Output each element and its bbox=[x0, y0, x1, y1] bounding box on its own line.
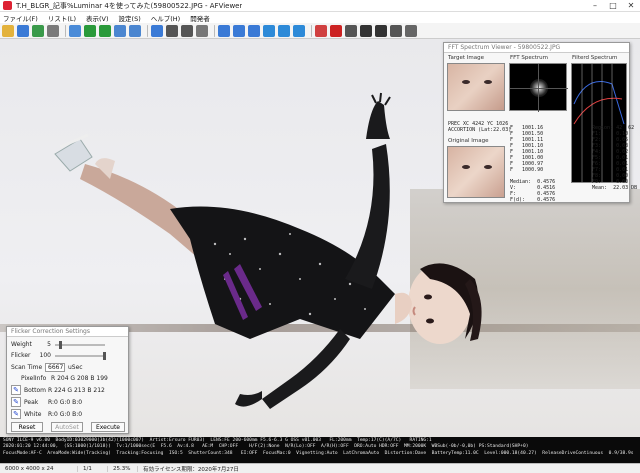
minimize-button[interactable]: – bbox=[586, 1, 604, 10]
fft-coords: PREC XC 4242 YC 1026 ACCORTION (Lat:22.0… bbox=[448, 121, 512, 133]
weight-value: 5 bbox=[47, 341, 51, 348]
white-row: ✎ White R:0 G:0 B:0 bbox=[11, 409, 82, 419]
fullscreen-icon[interactable] bbox=[47, 24, 59, 37]
folder-tree-icon[interactable] bbox=[32, 24, 44, 37]
peak-row: ✎ Peak R:0 G:0 B:0 bbox=[11, 397, 82, 407]
menu-list[interactable]: リスト(L) bbox=[48, 13, 76, 23]
fit-icon[interactable] bbox=[248, 24, 260, 37]
autoset-button[interactable]: AutoSet bbox=[51, 422, 83, 432]
rotate-right-icon[interactable] bbox=[278, 24, 290, 37]
record-icon[interactable] bbox=[330, 24, 342, 37]
execute-button[interactable]: Execute bbox=[91, 422, 125, 432]
weight-row: Weight 5 bbox=[11, 340, 109, 349]
license-info: 有効ライセンス期限：2020年7月27日 bbox=[143, 466, 239, 473]
weight-label: Weight bbox=[11, 341, 32, 348]
flicker-row: Flicker 100 bbox=[11, 351, 109, 360]
run-icon[interactable] bbox=[375, 24, 387, 37]
flicker-slider[interactable] bbox=[55, 351, 106, 360]
target-image-label: Target Image bbox=[448, 55, 484, 61]
scan-row: Scan Time 6667 uSec bbox=[11, 363, 83, 372]
flicker-label: Flicker bbox=[11, 352, 31, 359]
status-bar: 6000 x 4000 x 24 1/1 25.3% 有効ライセンス期限：202… bbox=[0, 463, 640, 473]
zoom-in-icon[interactable] bbox=[218, 24, 230, 37]
filter-icon[interactable] bbox=[360, 24, 372, 37]
compare-icon[interactable] bbox=[166, 24, 178, 37]
pixelinfo-label: PixelInfo bbox=[21, 375, 47, 382]
fft-panel-title[interactable]: FFT Spectrum Viewer - 59800522.JPG bbox=[444, 43, 629, 53]
close-button[interactable]: ✕ bbox=[622, 1, 640, 10]
toolbar-separator bbox=[65, 24, 66, 37]
image-dimensions: 6000 x 4000 x 24 bbox=[0, 465, 78, 472]
clip-icon[interactable] bbox=[345, 24, 357, 37]
flicker-settings-panel[interactable]: Flicker Correction Settings Weight 5 Fli… bbox=[6, 326, 129, 434]
filtered-spectrum-label: Filterd Spectrum bbox=[572, 55, 618, 61]
exif-info-bar: SONY ILCE-9 v6.00 BodyID:03029000(3b(42)… bbox=[0, 437, 640, 463]
peak-pipette-icon[interactable]: ✎ bbox=[11, 397, 21, 407]
app-icon bbox=[3, 1, 12, 10]
flicker-value: 100 bbox=[39, 352, 51, 359]
fft-spectrum-label: FFT Spectrum bbox=[510, 55, 548, 61]
grid-icon[interactable] bbox=[181, 24, 193, 37]
scan-time-input[interactable]: 6667 bbox=[45, 363, 65, 372]
settings-icon[interactable] bbox=[405, 24, 417, 37]
bottom-label: Bottom bbox=[24, 386, 47, 394]
flip-icon[interactable] bbox=[293, 24, 305, 37]
scan-label: Scan Time bbox=[11, 364, 43, 371]
flicker-panel-title[interactable]: Flicker Correction Settings bbox=[7, 327, 128, 337]
forward-icon[interactable] bbox=[99, 24, 111, 37]
prev-icon[interactable] bbox=[114, 24, 126, 37]
menu-settings[interactable]: 設定(S) bbox=[119, 13, 141, 23]
bottom-value: R 224 G 213 B 212 bbox=[48, 386, 105, 394]
maximize-button[interactable]: □ bbox=[604, 1, 622, 10]
next-icon[interactable] bbox=[129, 24, 141, 37]
filtered-stats: Region: 42 62 F1: 0.10 F2: 0.05 F3: 0.03… bbox=[592, 125, 638, 191]
back-icon[interactable] bbox=[84, 24, 96, 37]
fft-spectrum-view bbox=[509, 63, 568, 112]
peak-value: R:0 G:0 B:0 bbox=[48, 398, 83, 406]
title-bar: T.H_BLGR_記事%Luminar 4を使ってみた(59800522.JPG… bbox=[0, 0, 640, 12]
fft-values: F 1001.16 F 1001.50 F 1001.11 F 1001.10 … bbox=[510, 125, 556, 203]
toolbar bbox=[0, 23, 640, 39]
histogram-icon[interactable] bbox=[196, 24, 208, 37]
fft-spectrum-panel[interactable]: FFT Spectrum Viewer - 59800522.JPG Targe… bbox=[443, 42, 637, 203]
white-pipette-icon[interactable]: ✎ bbox=[11, 409, 21, 419]
page-indicator: 1/1 bbox=[78, 465, 108, 472]
info-icon[interactable] bbox=[151, 24, 163, 37]
script-icon[interactable] bbox=[390, 24, 402, 37]
menu-view[interactable]: 表示(V) bbox=[86, 13, 109, 23]
exif-line-3: FocusMode:AF-C AreaMode:Wide(Tracking) T… bbox=[3, 450, 634, 456]
menu-file[interactable]: ファイル(F) bbox=[3, 13, 38, 23]
toolbar-separator bbox=[214, 24, 215, 37]
up-folder-icon[interactable] bbox=[17, 24, 29, 37]
refresh-icon[interactable] bbox=[69, 24, 81, 37]
scan-unit: uSec bbox=[68, 364, 83, 371]
zoom-out-icon[interactable] bbox=[233, 24, 245, 37]
zoom-level: 25.3% bbox=[108, 465, 138, 472]
rotate-left-icon[interactable] bbox=[263, 24, 275, 37]
original-image-label: Original Image bbox=[448, 138, 489, 144]
toolbar-separator bbox=[311, 24, 312, 37]
menu-bar: ファイル(F) リスト(L) 表示(V) 設定(S) ヘルプ(H) 開発者 bbox=[0, 12, 640, 23]
mark-icon[interactable] bbox=[315, 24, 327, 37]
target-image-thumb bbox=[447, 63, 505, 111]
menu-developer[interactable]: 開発者 bbox=[190, 13, 210, 23]
white-label: White bbox=[24, 410, 42, 418]
reset-button[interactable]: Reset bbox=[11, 422, 43, 432]
weight-slider[interactable] bbox=[55, 340, 105, 349]
white-value: R:0 G:0 B:0 bbox=[48, 410, 83, 418]
pixelinfo-value: R 204 G 208 B 199 bbox=[51, 375, 108, 382]
window-title: T.H_BLGR_記事%Luminar 4を使ってみた(59800522.JPG… bbox=[16, 1, 243, 10]
window-controls: – □ ✕ bbox=[586, 1, 640, 10]
toolbar-separator bbox=[147, 24, 148, 37]
original-image-thumb bbox=[447, 146, 505, 198]
bottom-row: ✎ Bottom R 224 G 213 B 212 bbox=[11, 385, 105, 395]
menu-help[interactable]: ヘルプ(H) bbox=[151, 13, 180, 23]
pixelinfo-row: PixelInfo R 204 G 208 B 199 bbox=[21, 375, 108, 382]
peak-label: Peak bbox=[24, 398, 39, 406]
bottom-pipette-icon[interactable]: ✎ bbox=[11, 385, 21, 395]
folder-icon[interactable] bbox=[2, 24, 14, 37]
